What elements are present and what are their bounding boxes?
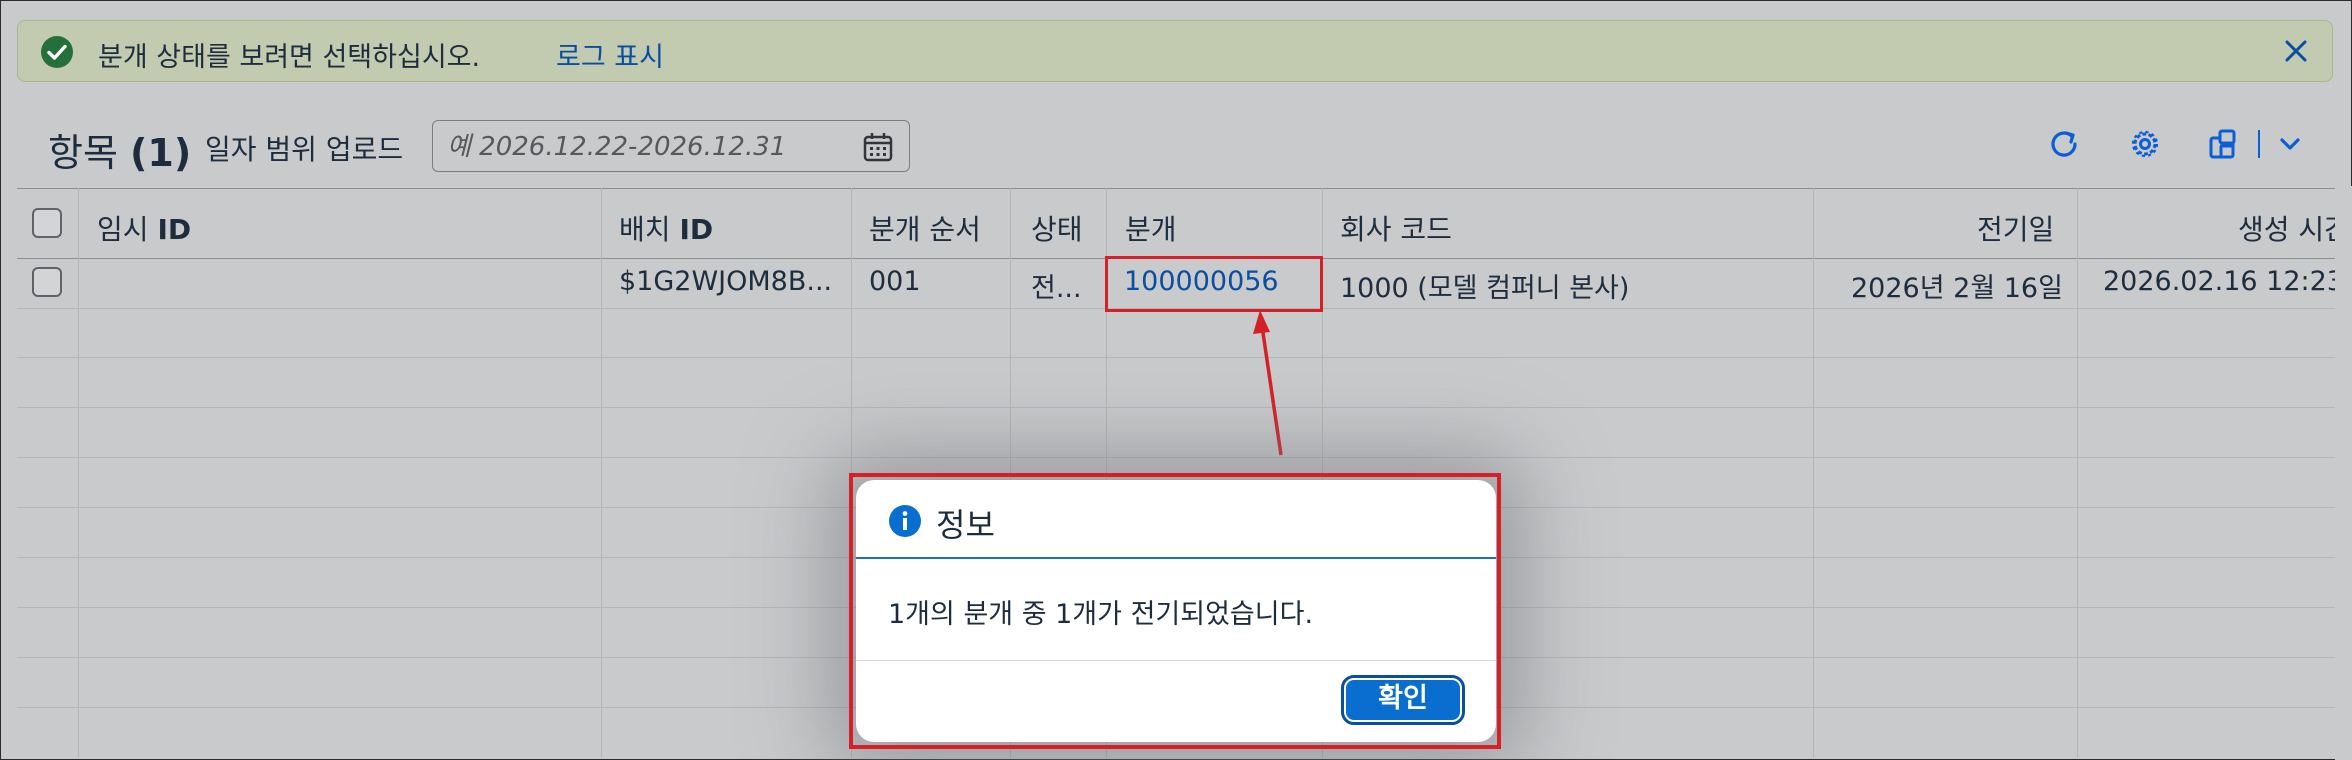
column-header-posting-date[interactable]: 전기일 — [1977, 208, 2054, 248]
column-header-company-code[interactable]: 회사 코드 — [1340, 208, 1452, 248]
column-header-created-time[interactable]: 생성 시간 — [2238, 208, 2350, 248]
column-header-entry[interactable]: 분개 — [1125, 208, 1177, 248]
row-divider — [17, 457, 2335, 458]
column-header-status[interactable]: 상태 — [1031, 208, 1083, 248]
export-icon[interactable] — [2204, 124, 2244, 164]
cell-batch-id: $1G2WJOM8B... — [619, 266, 833, 297]
refresh-icon[interactable] — [2044, 124, 2084, 164]
highlight-box-entry — [1105, 256, 1323, 312]
show-log-link[interactable]: 로그 표시 — [556, 35, 664, 74]
chevron-down-icon[interactable] — [2270, 124, 2310, 164]
column-divider — [601, 188, 602, 758]
date-range-field[interactable] — [432, 120, 910, 172]
banner-message: 분개 상태를 보려면 선택하십시오. — [98, 42, 481, 73]
column-divider — [2077, 188, 2078, 758]
table-top-border — [17, 188, 2335, 189]
column-header-batch-id[interactable]: 배치 ID — [619, 208, 713, 248]
column-header-temp-id[interactable]: 임시 ID — [97, 208, 191, 248]
close-icon[interactable] — [2280, 35, 2312, 67]
settings-icon[interactable] — [2125, 124, 2165, 164]
header-batch-id-suffix: ID — [679, 213, 714, 246]
check-circle-icon — [41, 36, 73, 68]
date-range-input[interactable] — [445, 129, 849, 165]
cell-company-code: 1000 (모델 컴퍼니 본사) — [1340, 273, 1630, 304]
date-range-label: 일자 범위 업로드 — [205, 133, 404, 166]
highlight-box-dialog — [849, 473, 1501, 749]
cell-posting-date: 2026년 2월 16일 — [1851, 273, 2063, 304]
column-divider — [1813, 188, 1814, 758]
row-checkbox[interactable] — [32, 267, 62, 297]
header-batch-id-label: 배치 — [619, 213, 671, 246]
header-temp-id-suffix: ID — [157, 213, 192, 246]
cell-created-time: 2026.02.16 12:23:0 — [2103, 266, 2352, 297]
toolbar-separator — [2258, 130, 2260, 158]
calendar-icon[interactable] — [861, 130, 895, 164]
column-divider — [78, 188, 79, 758]
title-text: 항목 — [48, 131, 118, 175]
cell-status: 전... — [1031, 273, 1082, 304]
success-message-strip: 분개 상태를 보려면 선택하십시오. 로그 표시 — [17, 20, 2333, 82]
row-divider — [17, 407, 2335, 408]
column-header-sequence[interactable]: 분개 순서 — [869, 208, 981, 248]
header-temp-id-label: 임시 — [97, 213, 149, 246]
title-count: (1) — [130, 131, 192, 175]
row-divider — [17, 357, 2335, 358]
highlight-arrow — [1253, 310, 1283, 456]
page-title: 항목 (1) — [48, 122, 191, 177]
cell-sequence: 001 — [869, 266, 921, 297]
right-clip — [2335, 186, 2352, 760]
select-all-checkbox[interactable] — [32, 208, 62, 238]
